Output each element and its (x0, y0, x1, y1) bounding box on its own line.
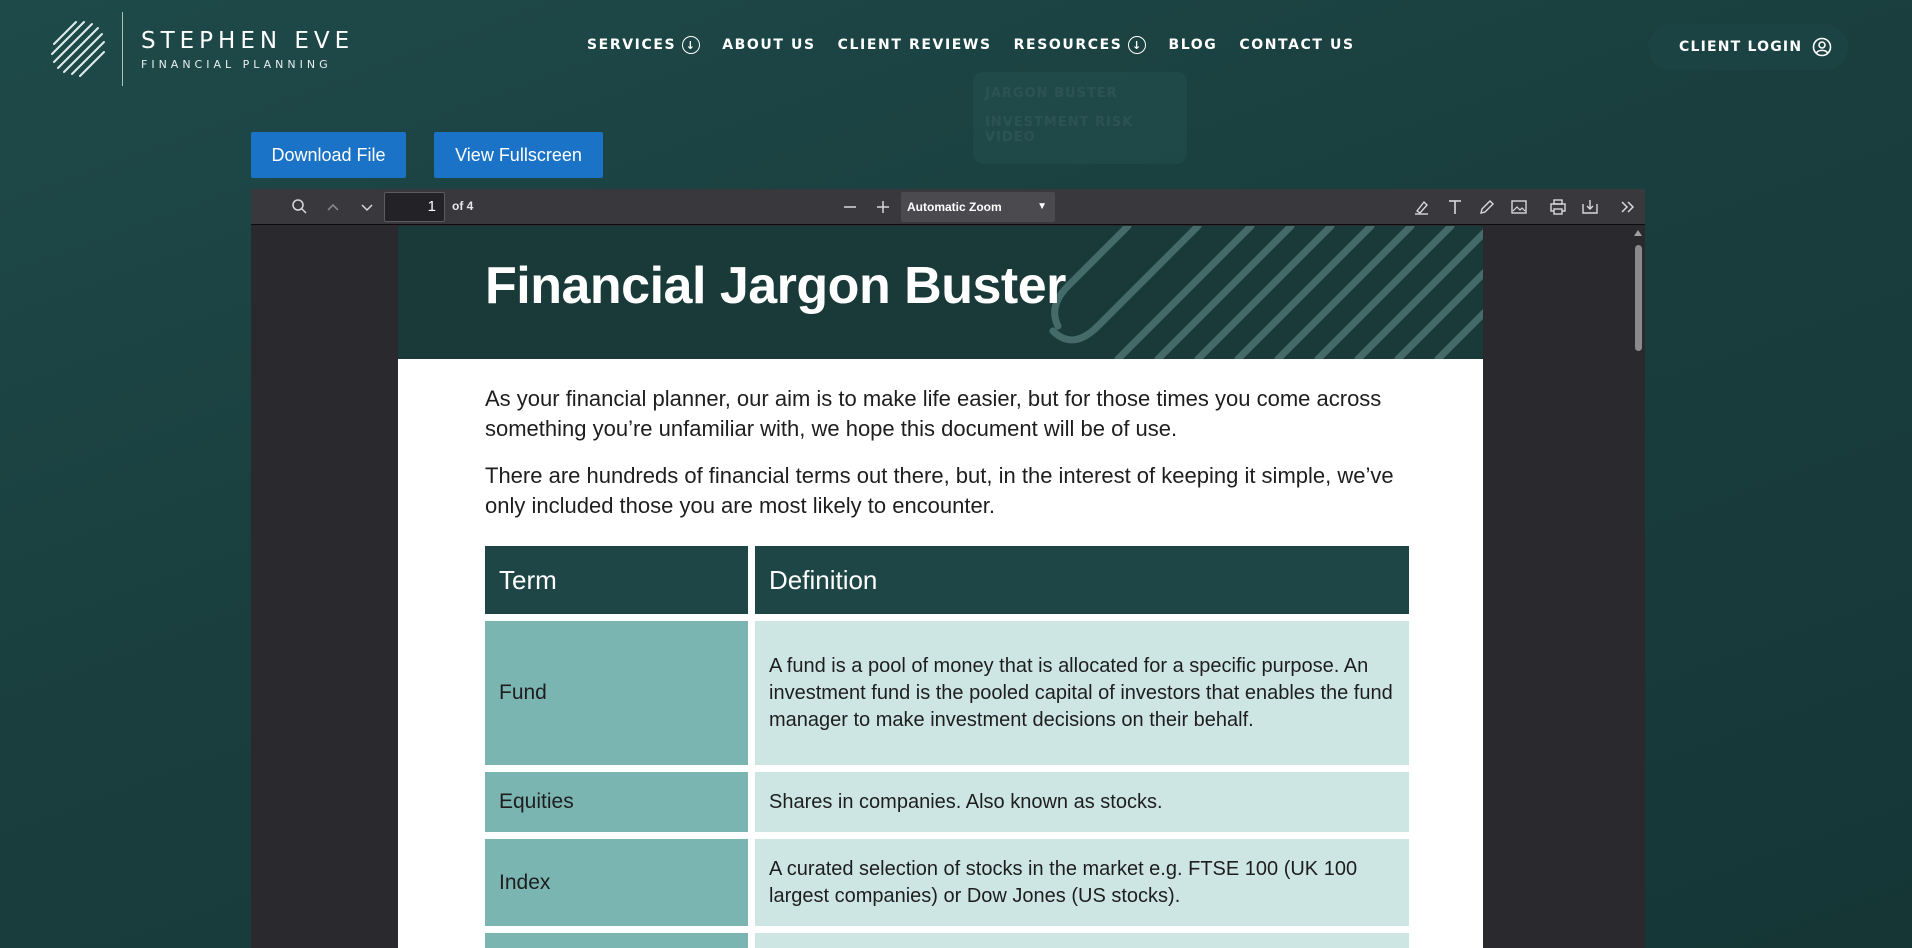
chevron-down-icon: ↓ (1128, 36, 1147, 54)
resources-dropdown: JARGON BUSTER INVESTMENT RISK VIDEO (973, 72, 1187, 164)
brand-name-line1: STEPHEN EVE (141, 27, 355, 54)
term-cell: Index (485, 839, 748, 926)
scroll-up-arrow-icon[interactable] (1634, 230, 1642, 236)
table-row (485, 933, 1409, 948)
pdf-viewer: 1 of 4 Automatic Zoom ▼ Financial Jargon… (251, 189, 1645, 948)
zoom-select[interactable]: Automatic Zoom ▼ (901, 192, 1055, 222)
download-file-button[interactable]: Download File (251, 132, 406, 178)
pdf-page: Financial Jargon Buster As your financia… (398, 226, 1483, 948)
term-cell: Fund (485, 621, 748, 765)
view-fullscreen-button[interactable]: View Fullscreen (434, 132, 603, 178)
print-icon[interactable] (1548, 197, 1568, 217)
definition-cell: A curated selection of stocks in the mar… (755, 839, 1409, 926)
more-tools-icon[interactable] (1618, 197, 1638, 217)
nav-services[interactable]: SERVICES ↓ (587, 36, 701, 54)
term-cell (485, 933, 748, 948)
dropdown-item-risk-video[interactable]: INVESTMENT RISK VIDEO (973, 101, 1187, 145)
document-banner: Financial Jargon Buster (398, 226, 1483, 359)
nav-client-reviews[interactable]: CLIENT REVIEWS (838, 37, 992, 53)
brand-name: STEPHEN EVE FINANCIAL PLANNING (141, 28, 354, 71)
client-login-label: CLIENT LOGIN (1679, 39, 1803, 55)
intro-paragraph-1: As your financial planner, our aim is to… (485, 386, 1382, 441)
main-nav: SERVICES ↓ ABOUT US CLIENT REVIEWS RESOU… (587, 36, 1377, 54)
definition-cell: A fund is a pool of money that is alloca… (755, 621, 1409, 765)
page-count: of 4 (452, 199, 474, 213)
page-number-input[interactable]: 1 (384, 192, 445, 222)
client-login-button[interactable]: CLIENT LOGIN (1648, 24, 1848, 70)
table-header-term: Term (485, 546, 748, 614)
table-row: Equities Shares in companies. Also known… (485, 772, 1409, 832)
brand-name-line2: FINANCIAL PLANNING (141, 57, 332, 71)
nav-about-us[interactable]: ABOUT US (722, 37, 815, 53)
table-header-definition: Definition (755, 546, 1409, 614)
table-row: Index A curated selection of stocks in t… (485, 839, 1409, 926)
chevron-down-icon: ▼ (1037, 201, 1047, 212)
zoom-select-value: Automatic Zoom (907, 200, 1002, 214)
nav-services-label: SERVICES (587, 37, 677, 53)
save-icon[interactable] (1580, 197, 1600, 217)
brand-logo[interactable]: STEPHEN EVE FINANCIAL PLANNING (46, 12, 354, 86)
pdf-scrollbar[interactable] (1631, 225, 1645, 948)
zoom-out-icon[interactable] (840, 197, 860, 217)
zoom-in-icon[interactable] (873, 197, 893, 217)
image-icon[interactable] (1509, 197, 1529, 217)
nav-contact-us[interactable]: CONTACT US (1239, 37, 1354, 53)
next-page-icon[interactable] (357, 197, 377, 217)
chevron-down-icon: ↓ (682, 36, 701, 54)
scroll-thumb[interactable] (1635, 245, 1642, 351)
logo-divider (122, 12, 123, 86)
definition-cell: Shares in companies. Also known as stock… (755, 772, 1409, 832)
nav-blog[interactable]: BLOG (1168, 37, 1217, 53)
draw-icon[interactable] (1477, 197, 1497, 217)
intro-paragraph-2: There are hundreds of financial terms ou… (485, 463, 1394, 518)
nav-contact-label: CONTACT US (1239, 37, 1355, 53)
dropdown-item-jargon-buster[interactable]: JARGON BUSTER (973, 72, 1187, 101)
nav-about-label: ABOUT US (722, 37, 816, 53)
table-row: Fund A fund is a pool of money that is a… (485, 621, 1409, 765)
pdf-toolbar: 1 of 4 Automatic Zoom ▼ (251, 189, 1645, 225)
user-icon (1812, 37, 1832, 57)
document-title: Financial Jargon Buster (485, 257, 1066, 315)
nav-blog-label: BLOG (1168, 37, 1218, 53)
previous-page-icon[interactable] (323, 197, 343, 217)
definition-cell (755, 933, 1409, 948)
term-cell: Equities (485, 772, 748, 832)
search-icon[interactable] (290, 197, 310, 217)
nav-resources[interactable]: RESOURCES ↓ (1014, 36, 1147, 54)
logo-mark-icon (51, 21, 105, 77)
text-tool-icon[interactable] (1445, 197, 1465, 217)
highlight-icon[interactable] (1412, 197, 1432, 217)
nav-reviews-label: CLIENT REVIEWS (837, 37, 992, 53)
nav-resources-label: RESOURCES (1013, 37, 1123, 53)
